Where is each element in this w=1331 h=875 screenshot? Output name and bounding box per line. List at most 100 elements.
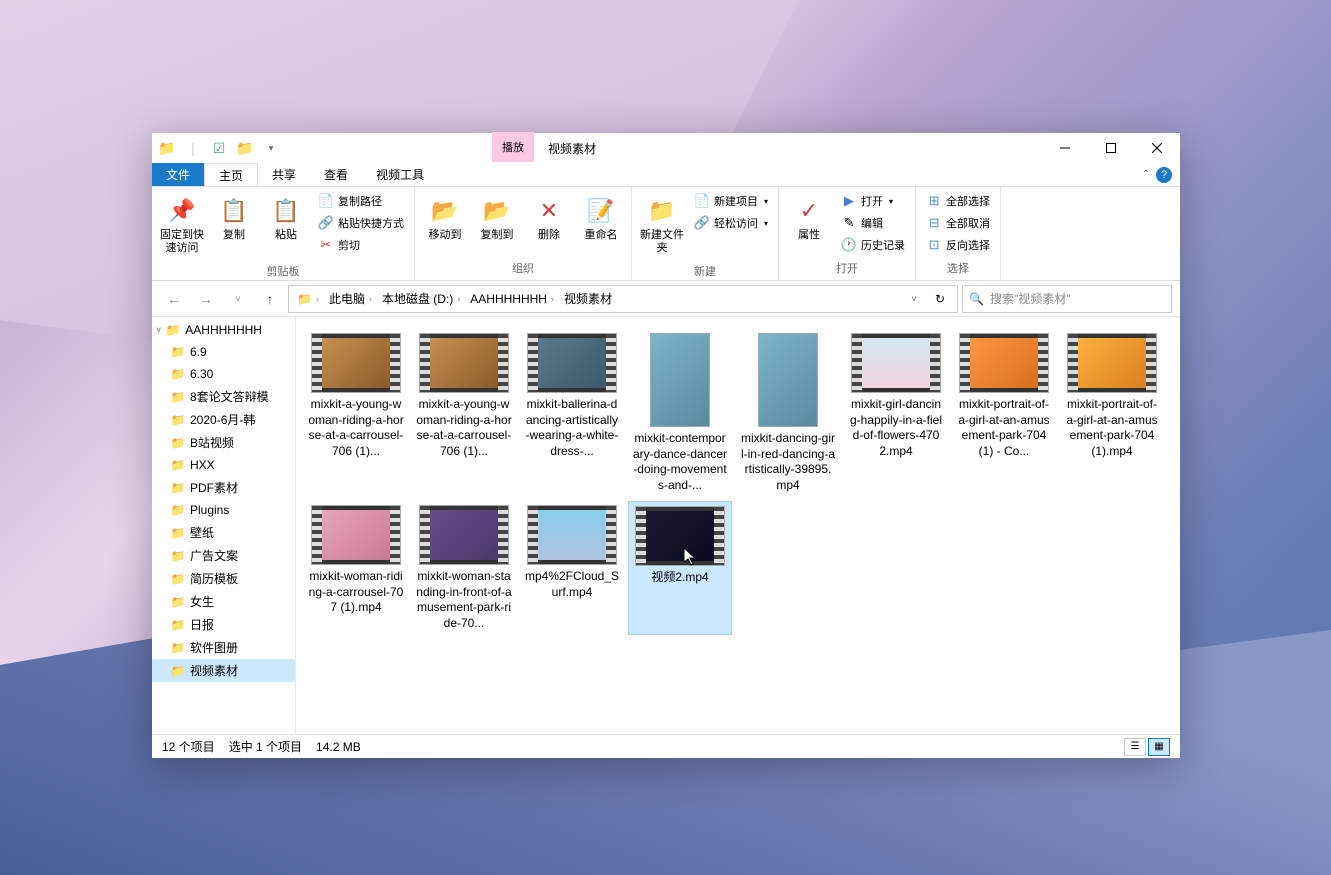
refresh-button[interactable]: ↻ (927, 286, 953, 312)
invert-selection-button[interactable]: ⊡反向选择 (922, 235, 994, 255)
paste-label: 粘贴 (275, 229, 297, 242)
tree-root[interactable]: ˅📁AAHHHHHHH (152, 319, 295, 341)
sidebar-item[interactable]: 📁日报 (152, 613, 295, 636)
file-item[interactable]: mixkit-portrait-of-a-girl-at-an-amusemen… (952, 329, 1056, 497)
video-thumbnail (419, 505, 509, 565)
up-button[interactable]: ↑ (256, 285, 284, 313)
close-button[interactable] (1134, 133, 1180, 163)
file-item[interactable]: mp4%2FCloud_Surf.mp4 (520, 501, 624, 635)
folder-icon: 📁 (170, 435, 186, 451)
sidebar-item[interactable]: 📁2020-6月-韩 (152, 408, 295, 431)
file-item[interactable]: mixkit-girl-dancing-happily-in-a-field-o… (844, 329, 948, 497)
file-item[interactable]: mixkit-contemporary-dance-dancer-doing-m… (628, 329, 732, 497)
video-thumbnail (650, 333, 710, 427)
easy-access-button[interactable]: 🔗轻松访问▾ (690, 213, 772, 233)
view-details-button[interactable]: ☰ (1124, 738, 1146, 756)
view-thumbnails-button[interactable]: ▦ (1148, 738, 1170, 756)
breadcrumb-segment-2[interactable]: AAHHHHHHH› (466, 290, 558, 308)
forward-button[interactable]: → (192, 285, 220, 313)
minimize-button[interactable] (1042, 133, 1088, 163)
sidebar-item[interactable]: 📁B站视频 (152, 431, 295, 454)
sidebar-item[interactable]: 📁PDF素材 (152, 476, 295, 499)
tab-file[interactable]: 文件 (152, 163, 204, 186)
ribbon-group-organize: 📂移动到 📂复制到 ✕删除 📝重命名 组织 (415, 187, 632, 280)
file-item[interactable]: mixkit-ballerina-dancing-artistically-we… (520, 329, 624, 497)
folder-icon: 📁 (170, 571, 186, 587)
context-tab-play[interactable]: 播放 (492, 132, 534, 162)
edit-button[interactable]: ✎编辑 (837, 213, 909, 233)
sidebar-item[interactable]: 📁壁纸 (152, 521, 295, 544)
qat-properties-icon[interactable]: ☑ (208, 137, 230, 159)
history-button[interactable]: 🕐历史记录 (837, 235, 909, 255)
paste-shortcut-button[interactable]: 🔗粘贴快捷方式 (314, 213, 408, 233)
file-name-label: mixkit-a-young-woman-riding-a-horse-at-a… (416, 397, 512, 459)
video-thumbnail (419, 333, 509, 393)
properties-button[interactable]: ✓属性 (785, 191, 833, 246)
sidebar-item-label: 女生 (190, 593, 214, 610)
copy-label: 复制 (223, 229, 245, 242)
new-item-button[interactable]: 📄新建项目▾ (690, 191, 772, 211)
breadcrumb[interactable]: 📁› 此电脑› 本地磁盘 (D:)› AAHHHHHHH› 视频素材 ˅ ↻ (288, 285, 958, 313)
file-item[interactable]: mixkit-portrait-of-a-girl-at-an-amusemen… (1060, 329, 1164, 497)
help-icon[interactable]: ? (1156, 167, 1172, 183)
breadcrumb-segment-0[interactable]: 此电脑› (325, 288, 376, 309)
maximize-button[interactable] (1088, 133, 1134, 163)
sidebar-item-label: 6.9 (190, 345, 207, 359)
copy-button[interactable]: 📋 复制 (210, 191, 258, 246)
new-folder-button[interactable]: 📁新建文件夹 (638, 191, 686, 259)
rename-button[interactable]: 📝重命名 (577, 191, 625, 246)
sidebar-item[interactable]: 📁HXX (152, 454, 295, 476)
file-item[interactable]: mixkit-dancing-girl-in-red-dancing-artis… (736, 329, 840, 497)
file-item[interactable]: mixkit-a-young-woman-riding-a-horse-at-a… (304, 329, 408, 497)
sidebar-item[interactable]: 📁广告文案 (152, 544, 295, 567)
breadcrumb-segment-1[interactable]: 本地磁盘 (D:)› (378, 288, 464, 309)
qat-newfolder-icon[interactable]: 📁 (234, 137, 256, 159)
tab-share[interactable]: 共享 (258, 163, 310, 186)
select-all-button[interactable]: ⊞全部选择 (922, 191, 994, 211)
folder-icon: 📁 (170, 594, 186, 610)
delete-button[interactable]: ✕删除 (525, 191, 573, 246)
move-to-button[interactable]: 📂移动到 (421, 191, 469, 246)
navigation-pane[interactable]: ˅📁AAHHHHHHH 📁6.9📁6.30📁8套论文答辩模📁2020-6月-韩📁… (152, 317, 296, 734)
ribbon-group-open: ✓属性 ▶打开▾ ✎编辑 🕐历史记录 打开 (779, 187, 916, 280)
qat-dropdown-icon[interactable]: ▾ (260, 137, 282, 159)
file-list-pane[interactable]: mixkit-a-young-woman-riding-a-horse-at-a… (296, 317, 1180, 734)
sidebar-item[interactable]: 📁视频素材 (152, 659, 295, 682)
paste-button[interactable]: 📋 粘贴 (262, 191, 310, 246)
file-item[interactable]: mixkit-a-young-woman-riding-a-horse-at-a… (412, 329, 516, 497)
status-selection: 选中 1 个项目 (229, 738, 302, 755)
breadcrumb-root-icon[interactable]: 📁› (293, 290, 323, 308)
sidebar-item-label: 6.30 (190, 367, 213, 381)
recent-dropdown[interactable]: ˅ (224, 285, 252, 313)
ribbon-collapse-icon[interactable]: ⌃ (1142, 169, 1150, 180)
copy-path-button[interactable]: 📄复制路径 (314, 191, 408, 211)
folder-icon: 📁 (170, 389, 186, 405)
back-button[interactable]: ← (160, 285, 188, 313)
file-item[interactable]: mixkit-woman-riding-a-carrousel-707 (1).… (304, 501, 408, 635)
sidebar-item[interactable]: 📁6.9 (152, 341, 295, 363)
search-input[interactable]: 🔍 搜索"视频素材" (962, 285, 1172, 313)
copy-to-button[interactable]: 📂复制到 (473, 191, 521, 246)
breadcrumb-segment-3[interactable]: 视频素材 (560, 288, 616, 309)
address-dropdown-icon[interactable]: ˅ (901, 286, 927, 312)
video-thumbnail (851, 333, 941, 393)
sidebar-item[interactable]: 📁Plugins (152, 499, 295, 521)
sidebar-item[interactable]: 📁8套论文答辩模 (152, 385, 295, 408)
open-button[interactable]: ▶打开▾ (837, 191, 909, 211)
tab-view[interactable]: 查看 (310, 163, 362, 186)
file-item[interactable]: mixkit-woman-standing-in-front-of-amusem… (412, 501, 516, 635)
sidebar-item[interactable]: 📁6.30 (152, 363, 295, 385)
sidebar-item[interactable]: 📁软件图册 (152, 636, 295, 659)
pin-button[interactable]: 📌 固定到快速访问 (158, 191, 206, 259)
file-name-label: mixkit-ballerina-dancing-artistically-we… (524, 397, 620, 459)
folder-icon: 📁 (165, 322, 181, 338)
tab-video-tools[interactable]: 视频工具 (362, 163, 438, 186)
new-group-label: 新建 (638, 261, 772, 281)
sidebar-item[interactable]: 📁简历模板 (152, 567, 295, 590)
file-item[interactable]: 视频2.mp4 (628, 501, 732, 635)
tab-home[interactable]: 主页 (204, 163, 258, 186)
chevron-down-icon: ˅ (156, 325, 161, 335)
cut-button[interactable]: ✂剪切 (314, 235, 408, 255)
select-none-button[interactable]: ⊟全部取消 (922, 213, 994, 233)
sidebar-item[interactable]: 📁女生 (152, 590, 295, 613)
